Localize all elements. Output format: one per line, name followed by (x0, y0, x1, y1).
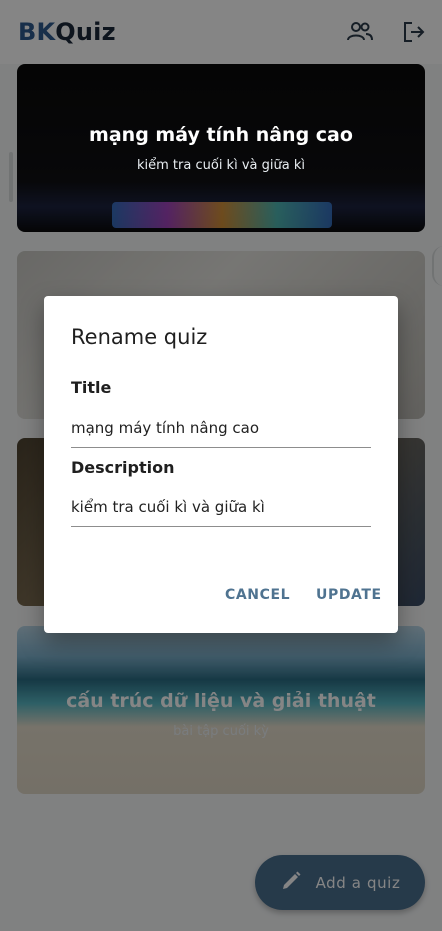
quiz-title: mạng máy tính nâng cao (89, 123, 353, 146)
quiz-subtitle: kiểm tra cuối kì và giữa kì (137, 157, 305, 173)
rename-quiz-dialog: Rename quiz Title Description CANCEL UPD… (44, 296, 398, 633)
dialog-title: Rename quiz (71, 325, 208, 349)
title-label: Title (71, 378, 112, 397)
title-field[interactable] (71, 409, 371, 448)
cancel-button[interactable]: CANCEL (225, 587, 290, 603)
update-button[interactable]: UPDATE (316, 587, 382, 603)
description-field[interactable] (71, 488, 371, 527)
description-label: Description (71, 458, 175, 477)
